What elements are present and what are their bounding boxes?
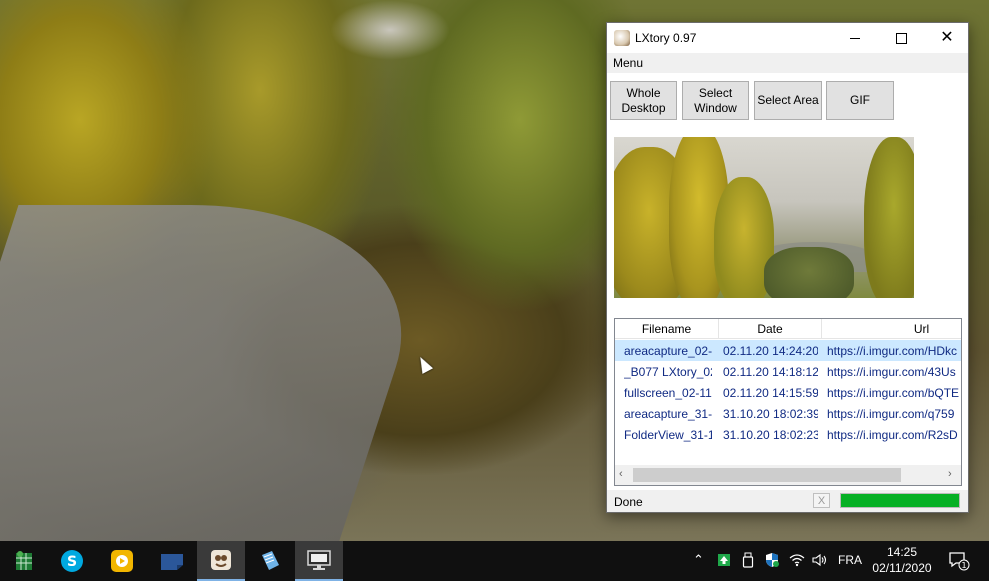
taskbar-app-sticky-notes[interactable]	[148, 541, 196, 581]
minimize-button[interactable]	[832, 23, 878, 53]
clock-date: 02/11/2020	[872, 561, 932, 575]
taskbar-app-notepad[interactable]	[246, 541, 294, 581]
minimize-icon	[850, 37, 860, 39]
column-header-url[interactable]: Url	[822, 319, 961, 339]
cell-url: https://i.imgur.com/HDkc	[827, 344, 958, 358]
lxtory-window: LXtory 0.97 ✕ Menu Whole Desktop Select …	[606, 22, 969, 513]
show-hidden-icons-chevron-up-icon[interactable]: ⌃	[693, 552, 704, 568]
cell-url: https://i.imgur.com/bQTE	[827, 386, 960, 400]
lxtory-icon	[211, 550, 231, 570]
list-row[interactable]: _B077 LXtory_02- 02.11.20 14:18:12 https…	[615, 361, 961, 382]
list-row[interactable]: areacapture_02-1 02.11.20 14:24:20 https…	[615, 340, 961, 361]
notepad-icon	[262, 551, 279, 570]
menu-item-menu[interactable]: Menu	[613, 56, 643, 70]
lxtory-app-icon	[614, 30, 630, 46]
maximize-icon	[895, 32, 907, 44]
column-header-date[interactable]: Date	[719, 319, 822, 339]
cell-date: 02.11.20 14:24:20	[723, 344, 818, 358]
window-title: LXtory 0.97	[635, 31, 697, 45]
cell-date: 02.11.20 14:15:59	[723, 386, 818, 400]
maximize-button[interactable]	[878, 23, 924, 53]
cell-date: 02.11.20 14:18:12	[723, 365, 818, 379]
preview-tree	[864, 137, 914, 298]
skype-icon: S	[61, 550, 83, 572]
history-list[interactable]: Filename Date Url areacapture_02-1 02.11…	[614, 318, 962, 486]
wallpaper-sky	[330, 0, 450, 60]
notification-icon: 1	[949, 552, 970, 571]
taskbar-app-media-player[interactable]	[98, 541, 146, 581]
clock-time: 14:25	[886, 545, 918, 559]
notification-count: 1	[961, 561, 966, 570]
media-player-icon	[111, 550, 133, 572]
select-window-button[interactable]: Select Window	[682, 81, 749, 120]
horizontal-scrollbar[interactable]: ‹ ›	[615, 465, 961, 485]
close-button[interactable]: ✕	[924, 23, 970, 53]
select-area-button[interactable]: Select Area	[754, 81, 822, 120]
status-text: Done	[614, 495, 643, 509]
taskbar-clock[interactable]: 14:25 02/11/2020	[866, 544, 938, 576]
usb-drive-icon	[742, 552, 754, 568]
mouse-cursor-icon	[414, 354, 434, 374]
close-icon: ✕	[940, 29, 954, 46]
cancel-upload-button[interactable]: X	[813, 493, 830, 508]
preview-tree	[764, 247, 854, 298]
tray-usb-icon[interactable]	[739, 551, 757, 569]
action-center-button[interactable]: 1	[948, 551, 970, 571]
scroll-left-icon[interactable]: ‹	[619, 468, 623, 480]
scrollbar-thumb[interactable]	[633, 468, 901, 482]
taskbar-app-spreadsheet[interactable]	[0, 541, 48, 581]
title-bar[interactable]: LXtory 0.97 ✕	[607, 23, 968, 53]
wifi-icon	[789, 554, 805, 567]
cell-filename: fullscreen_02-11-	[624, 386, 712, 400]
taskbar: S ⌃ FRA 14:25 02/11/2020 1	[0, 541, 989, 581]
svg-text:S: S	[67, 554, 77, 570]
tray-volume-icon[interactable]	[811, 551, 829, 569]
taskbar-app-lxtory[interactable]	[197, 541, 245, 581]
input-language[interactable]: FRA	[838, 553, 862, 567]
cell-filename: areacapture_31-1	[624, 407, 712, 421]
sticky-note-icon	[161, 554, 183, 570]
wallpaper-road	[0, 205, 449, 541]
cell-url: https://i.imgur.com/43Us	[827, 365, 956, 379]
cell-filename: _B077 LXtory_02-	[624, 365, 712, 379]
column-header-filename[interactable]: Filename	[615, 319, 719, 339]
cell-date: 31.10.20 18:02:23	[723, 428, 818, 442]
cell-filename: FolderView_31-1	[624, 428, 712, 442]
tray-security-icon[interactable]	[763, 551, 781, 569]
upload-progress-bar	[840, 493, 960, 508]
cell-filename: areacapture_02-1	[624, 344, 712, 358]
taskbar-app-skype[interactable]: S	[48, 541, 96, 581]
upload-arrow-icon	[718, 554, 730, 566]
scroll-right-icon[interactable]: ›	[948, 468, 952, 480]
tray-wifi-icon[interactable]	[788, 551, 806, 569]
speaker-icon	[812, 553, 827, 567]
shield-icon	[766, 553, 779, 567]
cell-url: https://i.imgur.com/q759	[827, 407, 955, 421]
list-row[interactable]: FolderView_31-1 31.10.20 18:02:23 https:…	[615, 424, 961, 445]
tray-upload-icon[interactable]	[715, 551, 733, 569]
gif-button[interactable]: GIF	[826, 81, 894, 120]
capture-preview-image	[614, 137, 914, 298]
list-row[interactable]: areacapture_31-1 31.10.20 18:02:39 https…	[615, 403, 961, 424]
spreadsheet-icon	[16, 551, 32, 570]
list-header: Filename Date Url	[615, 319, 961, 339]
cell-url: https://i.imgur.com/R2sD	[827, 428, 958, 442]
status-bar: Done X	[607, 490, 968, 512]
cell-date: 31.10.20 18:02:39	[723, 407, 818, 421]
progress-fill	[841, 494, 959, 507]
list-row[interactable]: fullscreen_02-11- 02.11.20 14:15:59 http…	[615, 382, 961, 403]
whole-desktop-button[interactable]: Whole Desktop	[610, 81, 677, 120]
menu-bar: Menu	[607, 53, 968, 73]
taskbar-app-monitor[interactable]	[295, 541, 343, 581]
monitor-icon	[307, 550, 331, 570]
